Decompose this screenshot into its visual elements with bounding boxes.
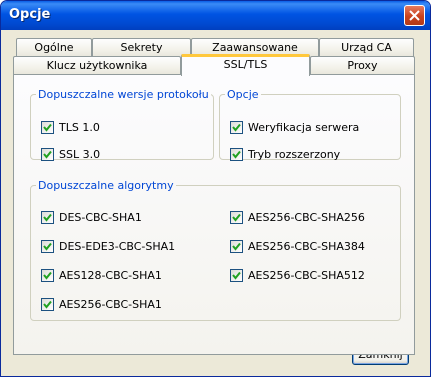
extended-mode-label: Tryb rozszerzony (248, 147, 341, 161)
algorithm-checkbox-aes128-cbc-sha1[interactable]: AES128-CBC-SHA1 (41, 267, 162, 283)
options-legend: Opcje (227, 88, 259, 101)
checkmark-icon (232, 150, 241, 159)
checkbox-box[interactable] (230, 120, 243, 134)
algorithm-label: AES256-CBC-SHA512 (248, 268, 365, 282)
tab-general[interactable]: Ogólne (16, 38, 92, 57)
algorithm-label: AES256-CBC-SHA384 (248, 239, 365, 253)
protocol-versions-legend: Dopuszczalne wersje protokołu (38, 88, 209, 101)
protocol-versions-group: Dopuszczalne wersje protokołu TLS 1.0 SS… (30, 88, 214, 162)
algorithm-label: DES-EDE3-CBC-SHA1 (59, 239, 176, 253)
algorithm-checkbox-aes256-cbc-sha1[interactable]: AES256-CBC-SHA1 (41, 296, 162, 312)
algorithm-label: AES256-CBC-SHA256 (248, 210, 365, 224)
algorithm-checkbox-aes256-cbc-sha256[interactable]: AES256-CBC-SHA256 (230, 209, 365, 225)
checkmark-icon (43, 242, 52, 251)
tab-proxy[interactable]: Proxy (310, 56, 415, 75)
close-window-button[interactable] (404, 5, 425, 26)
algorithm-label: DES-CBC-SHA1 (59, 210, 142, 224)
algorithm-checkbox-des-cbc-sha1[interactable]: DES-CBC-SHA1 (41, 209, 142, 225)
algorithms-group: Dopuszczalne algorytmy DES-CBC-SHA1 DES-… (30, 179, 401, 321)
tls-1-0-checkbox[interactable]: TLS 1.0 (41, 119, 100, 135)
tab-secrets[interactable]: Sekrety (92, 38, 191, 57)
algorithm-checkbox-des-ede3-cbc-sha1[interactable]: DES-EDE3-CBC-SHA1 (41, 238, 175, 254)
checkbox-box[interactable] (41, 147, 54, 161)
checkbox-box[interactable] (230, 210, 243, 224)
server-verification-checkbox[interactable]: Weryfikacja serwera (230, 119, 359, 135)
algorithms-legend: Dopuszczalne algorytmy (38, 179, 174, 192)
checkmark-icon (43, 271, 52, 280)
checkmark-icon (232, 242, 241, 251)
tab-ca[interactable]: Urząd CA (319, 38, 414, 57)
options-group: Opcje Weryfikacja serwera Tryb rozszerzo… (219, 88, 401, 162)
checkmark-icon (43, 300, 52, 309)
checkmark-icon (232, 123, 241, 132)
checkbox-box[interactable] (230, 239, 243, 253)
ssl-tls-panel: Dopuszczalne wersje protokołu TLS 1.0 SS… (13, 74, 415, 355)
options-dialog: Opcje Ogólne Sekrety Zaawansowane Urząd … (0, 0, 431, 377)
checkmark-icon (43, 150, 52, 159)
checkmark-icon (232, 213, 241, 222)
algorithm-checkbox-aes256-cbc-sha512[interactable]: AES256-CBC-SHA512 (230, 267, 365, 283)
algorithm-label: AES128-CBC-SHA1 (59, 268, 162, 282)
checkbox-box[interactable] (230, 268, 243, 282)
checkbox-box[interactable] (41, 297, 54, 311)
checkbox-box[interactable] (41, 239, 54, 253)
title-bar[interactable]: Opcje (1, 1, 430, 30)
checkbox-box[interactable] (41, 120, 54, 134)
close-icon (409, 10, 420, 21)
dialog-client: Ogólne Sekrety Zaawansowane Urząd CA Klu… (4, 30, 427, 374)
tls-1-0-label: TLS 1.0 (59, 120, 100, 134)
checkbox-box[interactable] (230, 147, 243, 161)
checkbox-box[interactable] (41, 210, 54, 224)
server-verification-label: Weryfikacja serwera (248, 120, 360, 134)
checkmark-icon (43, 123, 52, 132)
checkmark-icon (43, 213, 52, 222)
ssl-3-0-label: SSL 3.0 (59, 147, 101, 161)
checkbox-box[interactable] (41, 268, 54, 282)
ssl-3-0-checkbox[interactable]: SSL 3.0 (41, 146, 100, 162)
extended-mode-checkbox[interactable]: Tryb rozszerzony (230, 146, 340, 162)
window-title: Opcje (9, 7, 51, 22)
tab-ssl-tls[interactable]: SSL/TLS (181, 54, 310, 76)
algorithm-label: AES256-CBC-SHA1 (59, 297, 162, 311)
algorithm-checkbox-aes256-cbc-sha384[interactable]: AES256-CBC-SHA384 (230, 238, 365, 254)
tab-user-key[interactable]: Klucz użytkownika (13, 56, 181, 75)
checkmark-icon (232, 271, 241, 280)
